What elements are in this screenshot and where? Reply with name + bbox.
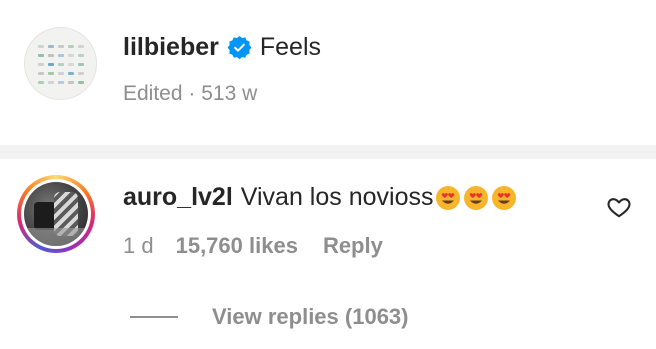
comment-age: 1 d — [123, 233, 154, 258]
caption-age: 513 w — [201, 82, 258, 105]
likes-count-link[interactable]: 15,760 likes — [176, 233, 298, 259]
verified-badge-icon — [227, 35, 252, 60]
caption-text: Feels — [259, 33, 322, 61]
edited-label: Edited — [123, 82, 183, 105]
replies-line — [130, 316, 178, 318]
comment-text: Vivan los novioss — [240, 183, 434, 211]
view-replies-button[interactable]: View replies (1063) — [130, 304, 409, 330]
view-replies-label: View replies (1063) — [212, 304, 409, 329]
comment-actions: 1 d 15,760 likes Reply — [123, 233, 383, 259]
comment-avatar[interactable] — [17, 175, 95, 253]
heart-eyes-emoji-icon: 😍 — [436, 185, 461, 210]
heart-eyes-emoji-icon: 😍 — [492, 185, 517, 210]
avatar-image — [38, 45, 84, 85]
caption-username[interactable]: lilbieber — [123, 33, 219, 62]
meta-separator: · — [188, 82, 196, 105]
caption-avatar[interactable] — [24, 27, 97, 100]
reply-button[interactable]: Reply — [323, 233, 383, 259]
post-caption: lilbieber Feels Edited · 513 w — [0, 0, 656, 145]
avatar-image — [24, 182, 88, 246]
comment: auro_lv2l Vivan los novioss 😍 😍 😍 1 d 15… — [0, 159, 656, 349]
comment-emoji: 😍 😍 😍 — [435, 185, 517, 211]
like-heart-icon[interactable] — [606, 194, 632, 220]
comment-line: auro_lv2l Vivan los novioss 😍 😍 😍 — [123, 183, 517, 212]
heart-eyes-emoji-icon: 😍 — [464, 185, 489, 210]
caption-line: lilbieber Feels — [123, 33, 321, 62]
section-divider — [0, 145, 656, 159]
caption-meta: Edited · 513 w — [123, 82, 257, 106]
comment-username[interactable]: auro_lv2l — [123, 183, 233, 212]
avatar-border — [21, 179, 91, 249]
